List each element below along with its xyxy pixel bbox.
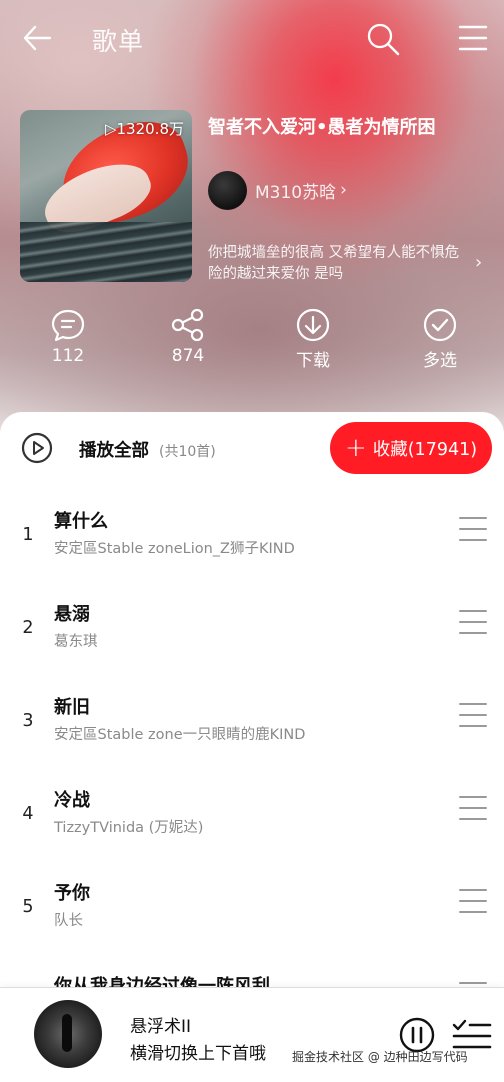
song-options-button[interactable] xyxy=(459,517,487,543)
action-bar: 112 874 下载 多选 xyxy=(0,308,504,378)
song-artist: 葛东琪 xyxy=(54,634,98,650)
song-title: 悬溺 xyxy=(54,604,90,625)
song-title: 算什么 xyxy=(54,511,108,532)
playlist-title: 智者不入爱河•愚者为情所困 xyxy=(208,117,436,138)
play-circle-icon xyxy=(21,432,53,464)
page-title: 歌单 xyxy=(92,27,145,56)
play-all-label[interactable]: 播放全部 xyxy=(79,437,149,462)
song-count: (共10首) xyxy=(159,444,216,460)
download-icon xyxy=(296,308,330,342)
song-index: 5 xyxy=(22,897,34,917)
creator-name: M310苏晗 xyxy=(255,182,337,203)
download-label: 下载 xyxy=(296,351,330,371)
multi-select-icon xyxy=(423,308,457,342)
song-title: 冷战 xyxy=(54,790,90,811)
song-list-panel: 播放全部 (共10首) + 收藏(17941) 1 算什么 安定區Stable … xyxy=(0,412,504,1082)
plus-icon: + xyxy=(344,433,367,463)
download-button[interactable]: 下载 xyxy=(273,308,353,371)
song-index: 1 xyxy=(22,525,34,545)
hamburger-menu-icon xyxy=(458,25,488,51)
comment-count: 112 xyxy=(51,346,85,366)
multi-select-label: 多选 xyxy=(423,351,457,371)
playlist-description[interactable]: 你把城墙垒的很高 又希望有人能不惧危险的越过来爱你 是吗 xyxy=(208,243,470,285)
album-disc[interactable] xyxy=(34,1000,102,1068)
play-count: ▷1320.8万 xyxy=(104,120,184,138)
song-artist: 队长 xyxy=(54,913,83,929)
collect-button[interactable]: + 收藏(17941) xyxy=(330,422,492,474)
list-item[interactable]: 2 悬溺 葛东琪 xyxy=(0,590,504,670)
song-options-button[interactable] xyxy=(459,796,487,822)
chevron-right-icon[interactable]: › xyxy=(475,252,482,273)
list-item[interactable]: 5 予你 队长 xyxy=(0,869,504,949)
search-button[interactable] xyxy=(366,22,400,56)
back-button[interactable] xyxy=(22,24,52,52)
creator-link[interactable]: M310苏晗 › xyxy=(208,170,347,210)
list-item[interactable]: 1 算什么 安定區Stable zoneLion_Z狮子KIND xyxy=(0,497,504,577)
menu-button[interactable] xyxy=(458,24,488,52)
song-index: 2 xyxy=(22,618,34,638)
multi-select-button[interactable]: 多选 xyxy=(400,308,480,371)
share-icon xyxy=(171,308,204,342)
song-index: 3 xyxy=(22,711,34,731)
list-item[interactable]: 4 冷战 TizzyTVinida (万妮达) xyxy=(0,776,504,856)
mini-player[interactable]: 悬浮术II 横滑切换上下首哦 掘金技术社区 @ 边种田边写代码 xyxy=(0,987,504,1082)
play-all-button[interactable] xyxy=(21,432,53,464)
song-artist: TizzyTVinida (万妮达) xyxy=(54,820,204,836)
share-count: 874 xyxy=(171,346,205,366)
comment-button[interactable]: 112 xyxy=(28,308,108,366)
now-playing-title: 悬浮术II xyxy=(130,1017,192,1037)
now-playing-hint: 横滑切换上下首哦 xyxy=(130,1044,266,1064)
top-bar: 歌单 xyxy=(0,0,504,78)
song-artist: 安定區Stable zoneLion_Z狮子KIND xyxy=(54,541,295,557)
search-icon xyxy=(367,23,400,56)
playlist-header-background: 歌单 ▷1320.8万 智者不入爱河•愚者为情所困 M310苏晗 › 你把城墙垒… xyxy=(0,0,504,440)
watermark: 掘金技术社区 @ 边种田边写代码 xyxy=(292,1050,468,1064)
arrow-left-icon xyxy=(23,25,52,51)
song-options-button[interactable] xyxy=(459,703,487,729)
share-button[interactable]: 874 xyxy=(148,308,228,366)
avatar xyxy=(208,170,247,210)
list-item[interactable]: 3 新旧 安定區Stable zone一只眼睛的鹿KIND xyxy=(0,683,504,763)
song-index: 4 xyxy=(22,804,34,824)
comment-icon xyxy=(51,309,85,342)
song-options-button[interactable] xyxy=(459,889,487,915)
song-title: 予你 xyxy=(54,883,90,904)
play-all-row: 播放全部 (共10首) + 收藏(17941) xyxy=(0,412,504,482)
playlist-cover[interactable]: ▷1320.8万 xyxy=(20,110,192,282)
song-artist: 安定區Stable zone一只眼睛的鹿KIND xyxy=(54,727,306,743)
collect-label: 收藏(17941) xyxy=(372,439,478,460)
song-title: 新旧 xyxy=(54,697,90,718)
chevron-right-icon: › xyxy=(340,180,347,200)
song-options-button[interactable] xyxy=(459,610,487,636)
